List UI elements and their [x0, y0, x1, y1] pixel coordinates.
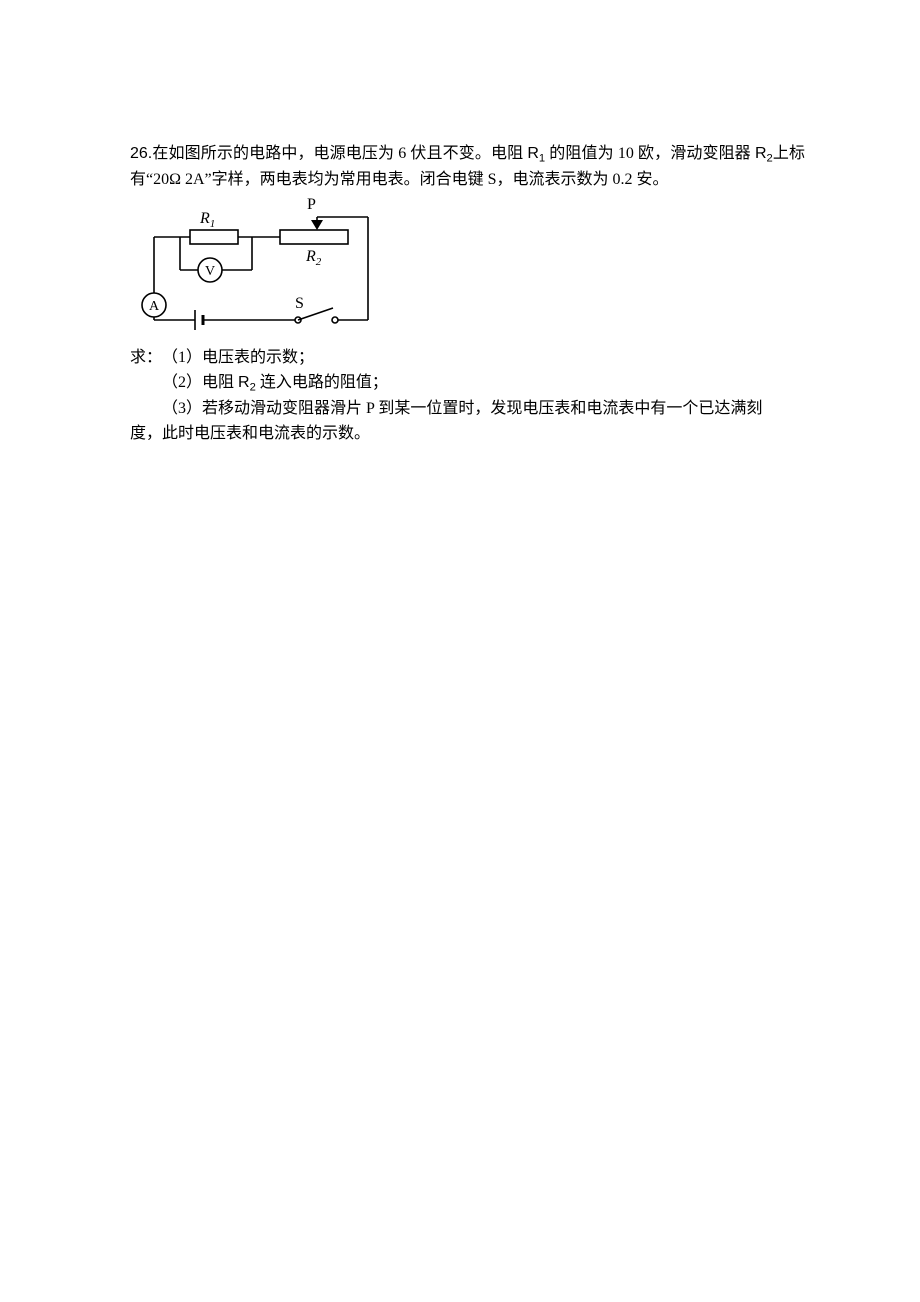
question-2-row: 求： （2）电阻 R2 连入电路的阻值； [130, 371, 805, 397]
diagram-R2: R2 [305, 248, 322, 268]
question-list: 求： （1）电压表的示数； 求： （2）电阻 R2 连入电路的阻值； 求： （3… [130, 346, 805, 446]
label-R1: R1 [527, 145, 545, 162]
question-1-row: 求： （1）电压表的示数； [130, 346, 805, 371]
page: 26.在如图所示的电路中，电源电压为 6 伏且不变。电阻 R1 的阻值为 10 … [0, 0, 920, 1302]
diagram-S: S [295, 295, 304, 312]
prompt-label: 求： [130, 346, 162, 371]
q2-R2: R2 [238, 374, 256, 391]
diagram-P: P [307, 196, 316, 213]
problem-text: 26.在如图所示的电路中，电源电压为 6 伏且不变。电阻 R1 的阻值为 10 … [130, 142, 805, 193]
diagram-V: V [205, 264, 215, 279]
circuit-svg: R1 R2 P S V A [140, 195, 385, 338]
question-3-row: 求： （3）若移动滑动变阻器滑片 P 到某一位置时，发现电压表和电流表中有一个已… [130, 397, 805, 422]
question-3: （3）若移动滑动变阻器滑片 P 到某一位置时，发现电压表和电流表中有一个已达满刻 [162, 397, 805, 422]
intro-1: 在如图所示的电路中，电源电压为 6 伏且不变。电阻 [152, 145, 527, 162]
intro-2: 的阻值为 10 欧，滑动变阻器 [545, 145, 755, 162]
question-1: （1）电压表的示数； [162, 346, 805, 371]
question-2: （2）电阻 R2 连入电路的阻值； [162, 371, 805, 397]
circuit-diagram: R1 R2 P S V A [130, 193, 805, 347]
label-R2: R2 [755, 145, 773, 162]
question-3-tail: 度，此时电压表和电流表的示数。 [130, 422, 805, 447]
q2-after: 连入电路的阻值； [256, 374, 388, 391]
diagram-A: A [149, 299, 160, 314]
problem-number: 26. [130, 145, 152, 162]
q2-before: （2）电阻 [162, 374, 238, 391]
diagram-R1: R1 [199, 210, 215, 230]
